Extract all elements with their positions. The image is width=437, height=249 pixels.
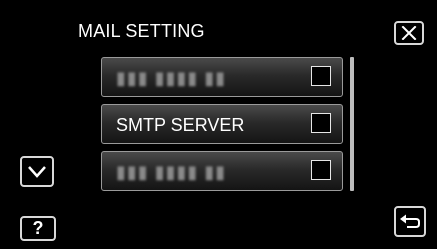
menu-item-1[interactable]: ▮▮▮ ▮▮▮▮ ▮▮ xyxy=(101,57,343,97)
close-button[interactable] xyxy=(394,21,424,45)
scroll-down-button[interactable] xyxy=(20,156,54,187)
checkbox[interactable] xyxy=(311,113,331,133)
back-button[interactable] xyxy=(394,206,426,237)
menu-item-smtp-server[interactable]: SMTP SERVER xyxy=(101,104,343,144)
checkbox[interactable] xyxy=(311,160,331,180)
close-icon xyxy=(401,26,417,40)
help-label: ? xyxy=(32,218,44,238)
menu-item-3[interactable]: ▮▮▮ ▮▮▮▮ ▮▮ xyxy=(101,151,343,191)
page-title: MAIL SETTING xyxy=(78,21,205,41)
mail-setting-screen: MAIL SETTING ▮▮▮ ▮▮▮▮ ▮▮ SMTP SERVER ▮▮▮… xyxy=(0,0,437,249)
return-arrow-icon xyxy=(400,214,420,228)
help-button[interactable]: ? xyxy=(20,216,56,241)
chevron-down-icon xyxy=(28,165,46,178)
menu-item-label: SMTP SERVER xyxy=(116,115,245,135)
menu-item-label: ▮▮▮ ▮▮▮▮ ▮▮ xyxy=(116,68,227,88)
checkbox[interactable] xyxy=(311,66,331,86)
menu-item-label: ▮▮▮ ▮▮▮▮ ▮▮ xyxy=(116,162,227,182)
scrollbar[interactable] xyxy=(350,57,354,191)
